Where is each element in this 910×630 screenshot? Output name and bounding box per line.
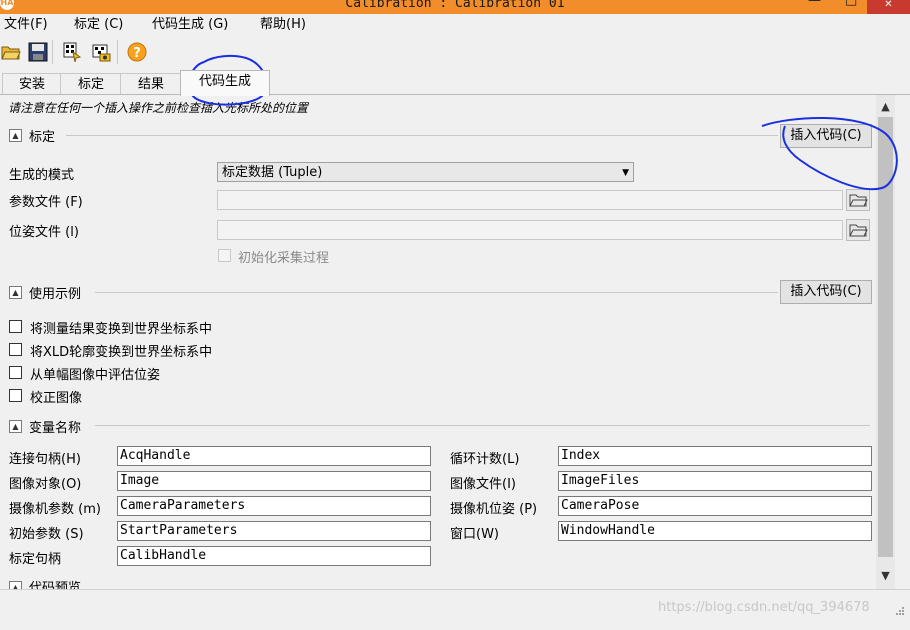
menu-bar: [0, 14, 910, 36]
menu-help[interactable]: 帮助(H): [260, 17, 306, 33]
variable-input[interactable]: CameraPose: [558, 496, 872, 516]
scroll-up-icon[interactable]: ▲: [876, 100, 895, 113]
group-divider: [66, 135, 778, 136]
variable-label: 窗口(W): [450, 527, 499, 542]
param-file-label: 参数文件 (F): [9, 195, 83, 210]
menu-file[interactable]: 文件(F): [4, 17, 48, 33]
variables-group-title: 变量名称: [29, 421, 82, 436]
variable-label: 连接句柄(H): [9, 452, 81, 467]
collapse-preview-toggle[interactable]: ▲: [9, 581, 22, 589]
pose-file-input[interactable]: [217, 220, 843, 240]
option-label: 校正图像: [30, 391, 83, 406]
open-folder-icon[interactable]: [1, 42, 21, 62]
calibration-group-title: 标定: [29, 130, 56, 145]
option-label: 将测量结果变换到世界坐标系中: [30, 322, 213, 337]
calibrate-icon[interactable]: [62, 42, 82, 62]
variable-label: 初始参数 (S): [9, 527, 84, 542]
code-preview-clip: ▲ 代码预览: [0, 576, 876, 589]
code-preview-group-title: 代码预览: [29, 581, 82, 589]
pose-file-browse-button[interactable]: [846, 219, 870, 241]
usage-group-title: 使用示例: [29, 287, 82, 302]
collapse-usage-toggle[interactable]: ▲: [9, 286, 22, 299]
collapse-calibration-toggle[interactable]: ▲: [9, 129, 22, 142]
generation-mode-value: 标定数据 (Tuple): [222, 165, 323, 180]
param-file-input[interactable]: [217, 190, 843, 210]
minimize-button[interactable]: —: [808, 0, 821, 8]
variable-label: 图像对象(O): [9, 477, 82, 492]
toolbar-separator: [52, 40, 53, 64]
variable-input[interactable]: Image: [117, 471, 431, 491]
scrollbar-thumb[interactable]: [878, 117, 893, 557]
scroll-down-icon[interactable]: ▼: [876, 569, 895, 582]
variable-label: 摄像机位姿 (P): [450, 502, 538, 517]
window-title: Calibration : Calibration 01: [345, 0, 565, 11]
generation-mode-label: 生成的模式: [9, 168, 75, 183]
tab-code-generation[interactable]: 代码生成: [180, 70, 270, 96]
variable-label: 图像文件(I): [450, 477, 516, 492]
close-button[interactable]: ✕: [867, 0, 910, 14]
camera-icon[interactable]: [92, 42, 112, 62]
watermark: https://blog.csdn.net/qq_394678: [658, 600, 870, 615]
group-divider: [95, 292, 778, 293]
collapse-variables-toggle[interactable]: ▲: [9, 420, 22, 433]
variable-input[interactable]: WindowHandle: [558, 521, 872, 541]
insert-code-button[interactable]: 插入代码(C): [780, 124, 872, 148]
tab-calibration[interactable]: 标定: [60, 73, 122, 95]
tab-install[interactable]: 安装: [2, 73, 62, 95]
menu-code-generation[interactable]: 代码生成 (G): [152, 17, 228, 33]
variable-input[interactable]: CameraParameters: [117, 496, 431, 516]
option-checkbox[interactable]: [9, 389, 22, 402]
generation-mode-select[interactable]: 标定数据 (Tuple) ▼: [217, 162, 634, 182]
variable-input[interactable]: StartParameters: [117, 521, 431, 541]
pose-file-label: 位姿文件 (l): [9, 225, 79, 240]
option-checkbox[interactable]: [9, 343, 22, 356]
group-divider: [95, 425, 870, 426]
init-acquisition-label: 初始化采集过程: [238, 251, 330, 266]
save-icon[interactable]: [28, 42, 48, 62]
maximize-button[interactable]: □: [845, 0, 857, 8]
variable-input[interactable]: AcqHandle: [117, 446, 431, 466]
param-file-browse-button[interactable]: [846, 189, 870, 211]
variable-input[interactable]: Index: [558, 446, 872, 466]
option-checkbox[interactable]: [9, 320, 22, 333]
folder-icon: [849, 224, 868, 237]
insert-code-usage-button[interactable]: 插入代码(C): [780, 280, 872, 304]
tab-results[interactable]: 结果: [120, 73, 182, 95]
variable-input[interactable]: ImageFiles: [558, 471, 872, 491]
resize-grip-icon[interactable]: [893, 606, 905, 618]
insert-cursor-notice: 请注意在任何一个插入操作之前检查插入光标所处的位置: [8, 101, 309, 115]
variable-label: 标定句柄: [9, 552, 62, 567]
svg-text:?: ?: [133, 46, 141, 61]
option-label: 从单幅图像中评估位姿: [30, 368, 161, 383]
toolbar-separator: [117, 40, 118, 64]
init-acquisition-checkbox[interactable]: [218, 249, 231, 262]
variable-input[interactable]: CalibHandle: [117, 546, 431, 566]
menu-calibration[interactable]: 标定 (C): [74, 17, 123, 33]
chevron-down-icon: ▼: [622, 168, 629, 178]
option-label: 将XLD轮廓变换到世界坐标系中: [30, 345, 213, 360]
variable-label: 循环计数(L): [450, 452, 520, 467]
help-icon[interactable]: ?: [127, 42, 147, 62]
variable-label: 摄像机参数 (m): [9, 502, 101, 517]
folder-icon: [849, 194, 868, 207]
option-checkbox[interactable]: [9, 366, 22, 379]
